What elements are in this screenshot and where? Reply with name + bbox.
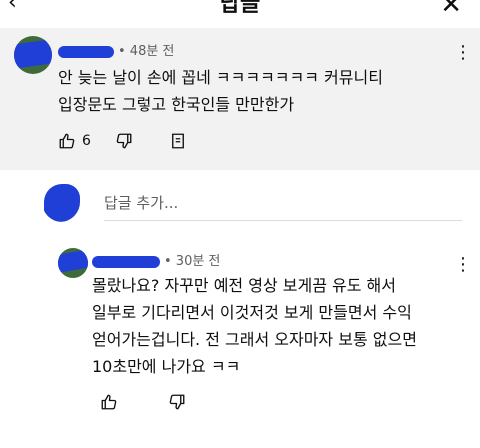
avatar[interactable] — [14, 36, 52, 74]
more-vert-icon[interactable]: ⋮ — [454, 44, 472, 62]
thumbs-down-icon[interactable] — [115, 132, 133, 150]
reply-icon[interactable] — [169, 132, 187, 150]
input-underline — [104, 220, 462, 221]
comment-meta: • 30분 전 — [92, 250, 221, 269]
child-comment: • 30분 전 ⋮ 몰랐나요? 자꾸만 예전 영상 보게끔 유도 해서 일부로 … — [0, 238, 480, 448]
avatar — [42, 182, 82, 222]
redacted-username — [58, 45, 114, 58]
avatar[interactable] — [58, 248, 88, 278]
parent-comment: • 48분 전 ⋮ 안 늦는 날이 손에 꼽네 ㅋㅋㅋㅋㅋㅋㅋ 커뮤니티 입장문… — [0, 28, 480, 170]
more-vert-icon[interactable]: ⋮ — [454, 256, 472, 274]
add-reply-box[interactable]: 답글 추가... — [0, 170, 480, 236]
redaction-scribble — [58, 248, 88, 274]
comment-timestamp: • 30분 전 — [164, 254, 221, 269]
like-count: 6 — [82, 133, 91, 149]
redaction-scribble — [14, 38, 52, 70]
comment-actions: 6 — [58, 131, 187, 151]
thumbs-up-icon[interactable] — [100, 393, 118, 411]
close-icon[interactable]: ✕ — [440, 0, 462, 20]
comment-text: 안 늦는 날이 손에 꼽네 ㅋㅋㅋㅋㅋㅋㅋ 커뮤니티 입장문도 그렇고 한국인들… — [58, 68, 383, 114]
comment-text: 몰랐나요? 자꾸만 예전 영상 보게끔 유도 해서 일부로 기다리면서 이것저것… — [92, 276, 417, 376]
redacted-username — [92, 255, 160, 268]
reply-input[interactable]: 답글 추가... — [104, 192, 178, 213]
thumbs-down-icon[interactable] — [168, 393, 186, 411]
page-title: 답글 — [219, 0, 261, 17]
header-bar: ‹ 답글 ✕ — [0, 0, 480, 28]
comment-actions — [100, 392, 186, 412]
comment-meta: • 48분 전 — [58, 40, 175, 59]
redaction-scribble — [44, 184, 80, 222]
thumbs-up-icon[interactable] — [58, 132, 76, 150]
comment-timestamp: • 48분 전 — [118, 44, 175, 59]
